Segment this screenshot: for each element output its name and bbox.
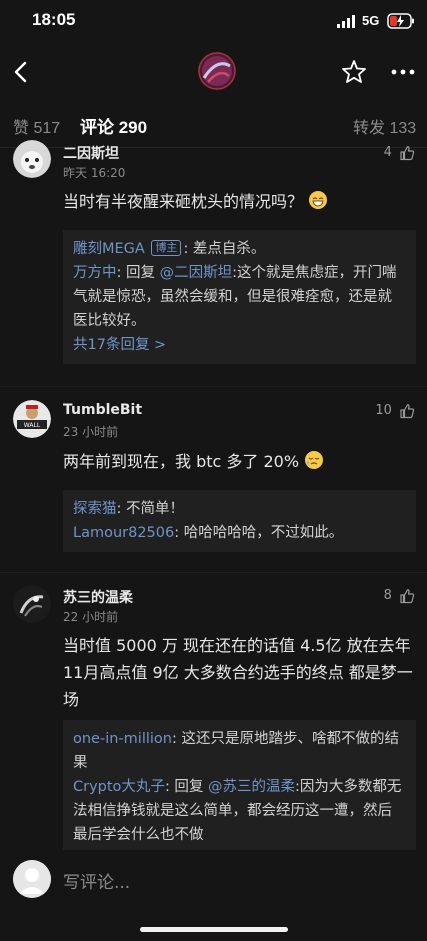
author-avatar[interactable]: [198, 52, 236, 90]
comment-text: 两年前到现在，我 btc 多了 20%: [63, 448, 418, 475]
reply-text: : 哈哈哈哈哈，不过如此。: [174, 525, 344, 541]
comment-time: 23 小时前: [63, 425, 119, 439]
star-icon[interactable]: [340, 58, 368, 86]
reply-item: 雕刻MEGA 博主: 差点自杀。: [73, 237, 406, 261]
comment-text-content: 当时有半夜醒来砸枕头的情况吗？: [63, 192, 304, 211]
commenter-avatar[interactable]: [13, 140, 51, 178]
reply-item: Lamour82506: 哈哈哈哈哈，不过如此。: [73, 521, 406, 545]
reply-author[interactable]: 雕刻MEGA: [73, 241, 145, 257]
reply-author[interactable]: Lamour82506: [73, 525, 174, 541]
like-button[interactable]: 8: [384, 585, 415, 605]
reply-prefix: : 回复: [116, 265, 160, 281]
reply-prefix: : 回复: [164, 779, 209, 795]
comment-time: 昨天 16:20: [63, 166, 126, 180]
reply-author[interactable]: 探索猫: [73, 501, 117, 517]
reply-text: : 不简单！: [116, 501, 185, 517]
reply-item: 万方中: 回复 @二因斯坦:这个就是焦虑症，开门喘气就是惊恐，虽然会缓和，但是很…: [73, 261, 406, 333]
grin-emoji-icon: [309, 191, 328, 209]
like-button[interactable]: 10: [375, 400, 415, 420]
commenter-name[interactable]: TumbleBit: [63, 402, 142, 418]
battery-charging-icon: [387, 13, 414, 29]
commenter-avatar[interactable]: WALL: [13, 400, 51, 438]
user-avatar[interactable]: [13, 860, 51, 898]
back-arrow-icon[interactable]: [8, 56, 36, 88]
reply-author[interactable]: one-in-million: [73, 731, 172, 747]
commenter-name[interactable]: 二因斯坦: [63, 143, 119, 163]
home-indicator: [140, 927, 288, 932]
reply-item: one-in-million: 这还只是原地踏步、啥都不做的结果: [73, 727, 406, 775]
tab-bar: 赞 517 评论 290 转发 133: [0, 100, 427, 148]
thumbs-up-icon: [400, 403, 415, 418]
like-count: 8: [383, 588, 392, 603]
divider: [0, 572, 427, 573]
view-all-replies-link[interactable]: 共17条回复 >: [73, 333, 406, 357]
reply-item: Crypto大丸子: 回复 @苏三的温柔:因为大多数都无法相信挣钱就是这么简单，…: [73, 775, 406, 847]
commenter-name[interactable]: 苏三的温柔: [63, 587, 133, 607]
author-badge: 博主: [151, 240, 182, 256]
like-count: 4: [383, 145, 392, 160]
comment-text: 当时值 5000 万 现在还在的话值 4.5亿 放在去年 11月高点值 9亿 大…: [63, 636, 413, 709]
status-time: 18:05: [32, 10, 76, 29]
reply-box[interactable]: one-in-million: 这还只是原地踏步、啥都不做的结果 Crypto大…: [63, 720, 416, 850]
comment-time: 22 小时前: [63, 610, 119, 624]
reply-text: : 差点自杀。: [183, 241, 266, 257]
thumbs-up-icon: [400, 145, 415, 160]
reply-box[interactable]: 探索猫: 不简单！ Lamour82506: 哈哈哈哈哈，不过如此。: [63, 490, 416, 552]
reply-author[interactable]: 万方中: [73, 265, 117, 281]
comment-input[interactable]: 写评论...: [63, 868, 130, 893]
status-bar: 18:05 5G: [0, 0, 427, 44]
tab-comments[interactable]: 评论 290: [80, 113, 147, 138]
svg-text:WALL: WALL: [24, 422, 41, 429]
signal-icon: [337, 15, 355, 28]
commenter-avatar[interactable]: [13, 585, 51, 623]
more-options-icon[interactable]: [390, 60, 416, 84]
comment-text: 当时有半夜醒来砸枕头的情况吗？: [63, 188, 418, 215]
tab-likes[interactable]: 赞 517: [13, 114, 60, 138]
tab-reposts[interactable]: 转发 133: [353, 114, 416, 138]
reply-item: 探索猫: 不简单！: [73, 497, 406, 521]
like-count: 10: [375, 403, 392, 418]
nav-bar: [0, 44, 427, 100]
divider: [0, 386, 427, 387]
reply-mention[interactable]: @苏三的温柔: [208, 779, 295, 795]
like-button[interactable]: 4: [384, 142, 415, 162]
network-type: 5G: [362, 13, 380, 28]
reply-mention[interactable]: @二因斯坦: [160, 265, 233, 281]
thumbs-up-icon: [400, 588, 415, 603]
tearful-emoji-icon: [305, 451, 324, 469]
comment-text-content: 两年前到现在，我 btc 多了 20%: [63, 452, 300, 471]
reply-box[interactable]: 雕刻MEGA 博主: 差点自杀。 万方中: 回复 @二因斯坦:这个就是焦虑症，开…: [63, 230, 416, 364]
reply-author[interactable]: Crypto大丸子: [73, 779, 165, 795]
